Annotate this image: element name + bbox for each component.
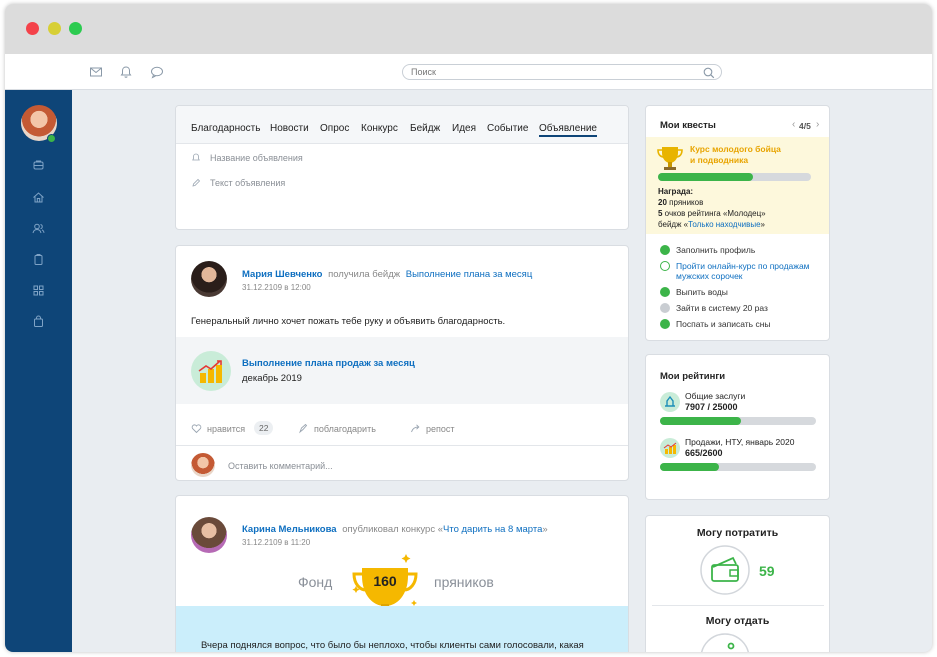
divider <box>176 445 628 446</box>
fund-value: 160 <box>373 573 397 589</box>
badge-period: декабрь 2019 <box>242 373 302 384</box>
mail-icon[interactable] <box>89 65 103 79</box>
post-action-text: получила бейдж <box>328 269 401 280</box>
quests-widget: Мои квесты ‹ 4/5 › Курс молодого бойца и… <box>645 105 830 341</box>
sales-chart-icon <box>660 438 680 458</box>
window-titlebar <box>5 4 932 54</box>
feed-post: Мария Шевченко получила бейдж Выполнение… <box>175 245 629 481</box>
divider <box>652 605 824 606</box>
thank-icon[interactable] <box>298 423 309 434</box>
can-spend-value: 59 <box>759 563 775 579</box>
fund-label: Фонд <box>298 574 333 590</box>
fund-unit: пряников <box>434 574 494 590</box>
comment-input[interactable]: Оставить комментарий... <box>228 461 333 471</box>
sales-chart-badge-icon <box>191 351 231 391</box>
contest-link[interactable]: Что дарить на 8 марта <box>443 524 542 535</box>
tab-news[interactable]: Новости <box>270 123 309 134</box>
tab-announcement[interactable]: Объявление <box>539 123 597 137</box>
home-icon[interactable] <box>32 191 45 204</box>
pending-circle-icon <box>660 261 670 271</box>
apps-grid-icon[interactable] <box>32 284 45 297</box>
top-bar <box>5 54 932 90</box>
maximize-window-button[interactable] <box>69 22 82 35</box>
reward-badge-link[interactable]: Только находчивые <box>688 220 760 229</box>
repost-button[interactable]: репост <box>426 424 455 434</box>
badge-title-link[interactable]: Выполнение плана продаж за месяц <box>242 358 415 369</box>
check-icon <box>660 245 670 255</box>
pencil-icon <box>192 178 201 187</box>
close-window-button[interactable] <box>26 22 39 35</box>
minimize-window-button[interactable] <box>48 22 61 35</box>
tab-poll[interactable]: Опрос <box>320 123 349 134</box>
like-button[interactable]: нравится <box>207 424 245 434</box>
ratings-title: Мои рейтинги <box>660 371 726 382</box>
post-text: Генеральный лично хочет пожать тебе руку… <box>191 316 506 327</box>
rating-value: 665/2600 <box>685 448 723 458</box>
tab-contest[interactable]: Конкурс <box>361 123 398 134</box>
quests-title: Мои квесты <box>660 120 716 131</box>
sidebar <box>5 90 72 652</box>
post-author-link[interactable]: Мария Шевченко <box>242 269 322 280</box>
rating-progress-bar <box>660 463 816 471</box>
quests-pager: 4/5 <box>799 121 811 131</box>
repost-icon[interactable] <box>410 423 421 434</box>
bell-icon <box>192 153 200 161</box>
quest-course-title[interactable]: Курс молодого бойца <box>690 144 781 154</box>
commenter-avatar <box>191 453 215 477</box>
post-date: 31.12.2109 в 11:20 <box>242 538 311 547</box>
clipboard-icon[interactable] <box>32 253 45 266</box>
users-icon[interactable] <box>32 222 45 235</box>
merit-icon <box>660 392 680 412</box>
post-text: Вчера поднялся вопрос, что было бы непло… <box>201 640 584 651</box>
feed-post: Карина Мельникова опубликовал конкурс «Ч… <box>175 495 629 652</box>
tab-event[interactable]: Событие <box>487 123 528 134</box>
like-count-badge: 22 <box>254 421 274 435</box>
reward-label: Награда: <box>658 187 694 196</box>
announcement-title-input[interactable]: Название объявления <box>210 153 303 163</box>
quest-progress-bar <box>658 173 811 181</box>
chevron-left-icon[interactable]: ‹ <box>792 119 795 130</box>
announcement-text-input[interactable]: Текст объявления <box>210 178 285 188</box>
rating-name: Продажи, НТУ, январь 2020 <box>685 437 795 447</box>
author-avatar[interactable] <box>191 261 227 297</box>
ratings-widget: Мои рейтинги Общие заслуги 7907 / 25000 … <box>645 354 830 500</box>
author-avatar[interactable] <box>191 517 227 553</box>
check-icon <box>660 319 670 329</box>
thank-button[interactable]: поблагодарить <box>314 424 376 434</box>
wallet-icon <box>700 545 750 595</box>
post-author-link[interactable]: Карина Мельникова <box>242 524 337 535</box>
tab-idea[interactable]: Идея <box>452 123 476 134</box>
rating-progress-bar <box>660 417 816 425</box>
dashboard-icon[interactable] <box>32 159 45 172</box>
check-icon <box>660 287 670 297</box>
chevron-right-icon[interactable]: › <box>816 119 819 130</box>
badge-link[interactable]: Выполнение плана за месяц <box>406 269 533 280</box>
search-icon[interactable] <box>703 67 715 79</box>
locked-circle-icon <box>660 303 670 313</box>
online-status-dot <box>47 134 56 143</box>
post-date: 31.12.2109 в 12:00 <box>242 283 311 292</box>
browser-window: Благодарность Новости Опрос Конкурс Бейд… <box>5 4 932 652</box>
heart-icon[interactable] <box>191 423 202 434</box>
rating-value: 7907 / 25000 <box>685 402 738 412</box>
wallet-widget: Могу потратить 59 Могу отдать <box>645 515 830 652</box>
post-composer: Благодарность Новости Опрос Конкурс Бейд… <box>175 105 629 230</box>
quest-card: Курс молодого бойца и подводника Награда… <box>646 137 829 234</box>
can-spend-title: Могу потратить <box>696 527 779 539</box>
can-give-title: Могу отдать <box>705 615 770 627</box>
chat-icon[interactable] <box>150 65 164 79</box>
bell-icon[interactable] <box>119 65 133 79</box>
gift-icon <box>700 633 750 652</box>
post-action-text: опубликовал конкурс « <box>342 524 443 535</box>
rating-name: Общие заслуги <box>685 391 746 401</box>
tab-thanks[interactable]: Благодарность <box>191 123 260 134</box>
search-box[interactable] <box>402 64 722 80</box>
badge-block: Выполнение плана продаж за месяц декабрь… <box>176 337 628 404</box>
shopping-bag-icon[interactable] <box>32 315 45 328</box>
tab-badge[interactable]: Бейдж <box>410 123 440 134</box>
search-input[interactable] <box>411 66 691 78</box>
trophy-icon <box>657 147 683 170</box>
